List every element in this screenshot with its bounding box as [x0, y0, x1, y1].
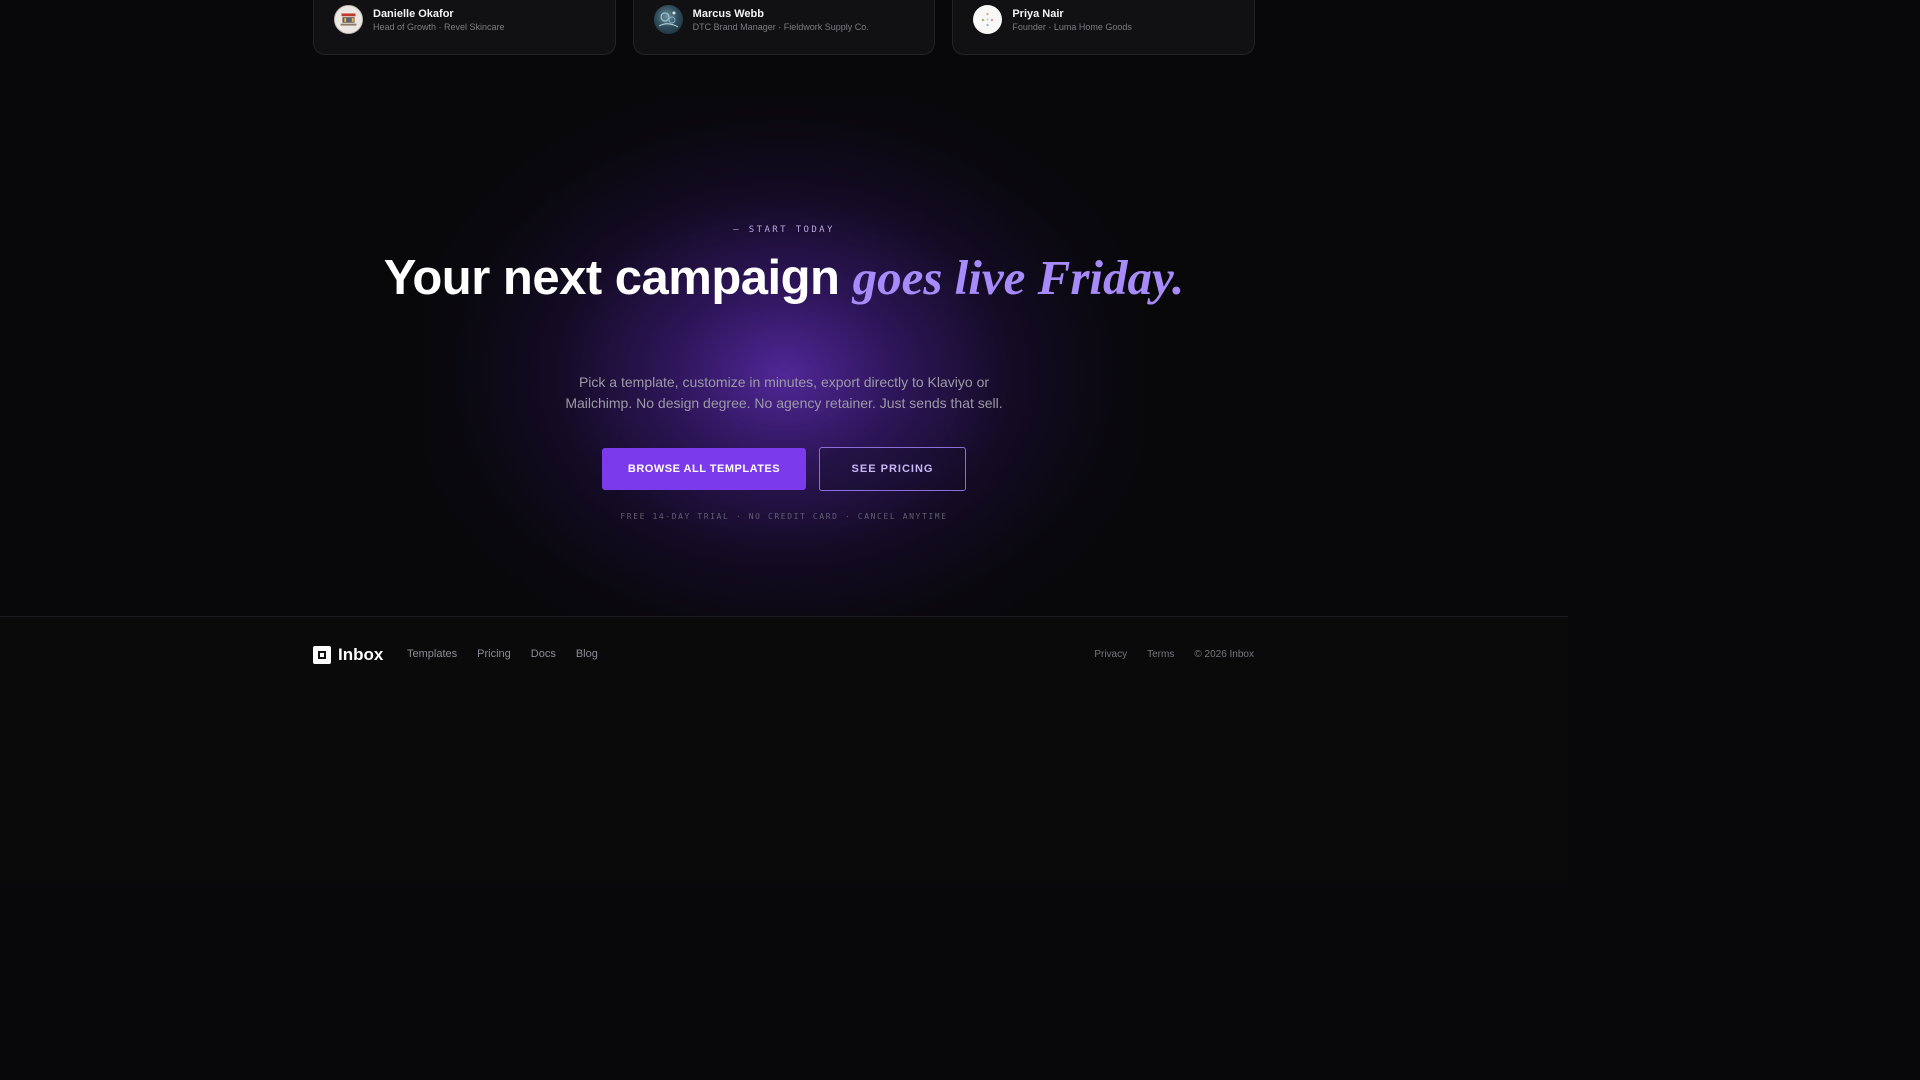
- footer-link-templates[interactable]: Templates: [407, 648, 457, 660]
- testimonial-role: DTC Brand Manager · Fieldwork Supply Co.: [692, 22, 869, 32]
- hero-subtext: Pick a template, customize in minutes, e…: [565, 374, 1003, 411]
- avatar-photo-icon: [658, 11, 678, 28]
- inbox-logo-icon: [313, 646, 331, 664]
- hero-fineprint: FREE 14-DAY TRIAL · NO CREDIT CARD · CAN…: [620, 512, 948, 521]
- testimonial-role: Head of Growth · Revel Skincare: [373, 22, 505, 32]
- hero-headline: Your next campaign goes live Friday.: [0, 252, 1568, 304]
- hero-eyebrow: — START TODAY: [733, 225, 835, 235]
- testimonial-card: Priya Nair Founder · Luma Home Goods: [952, 0, 1256, 55]
- avatar: [973, 5, 1003, 34]
- footer-link-blog[interactable]: Blog: [576, 648, 598, 660]
- hero-headline-accent: goes live Friday.: [852, 250, 1185, 305]
- footer-link-privacy[interactable]: Privacy: [1094, 649, 1127, 660]
- footer-link-terms[interactable]: Terms: [1147, 649, 1174, 660]
- avatar-photo-icon: [973, 5, 1002, 34]
- testimonial-name: Priya Nair: [1012, 8, 1064, 20]
- testimonial-name: Marcus Webb: [692, 8, 764, 20]
- footer-link-docs[interactable]: Docs: [531, 648, 556, 660]
- avatar: [334, 5, 363, 34]
- see-pricing-button[interactable]: SEE PRICING: [819, 447, 966, 491]
- browse-templates-button[interactable]: BROWSE ALL TEMPLATES: [602, 448, 806, 490]
- testimonial-role: Founder · Luma Home Goods: [1012, 22, 1132, 32]
- footer-brand: Inbox: [338, 645, 384, 664]
- testimonial-cards: Danielle Okafor Head of Growth · Revel S…: [313, 0, 1256, 55]
- testimonial-name: Danielle Okafor: [373, 8, 454, 20]
- footer-nav: Templates Pricing Docs Blog: [407, 648, 598, 660]
- testimonial-card: Marcus Webb DTC Brand Manager · Fieldwor…: [632, 0, 936, 55]
- avatar: [653, 5, 683, 34]
- footer-link-pricing[interactable]: Pricing: [477, 648, 511, 660]
- footer-logo[interactable]: Inbox: [313, 645, 383, 665]
- hero-headline-plain: Your next campaign: [383, 251, 853, 305]
- footer-copyright: © 2026 Inbox: [1194, 649, 1254, 660]
- testimonial-card: Danielle Okafor Head of Growth · Revel S…: [313, 0, 616, 55]
- avatar-photo-icon: [335, 6, 362, 33]
- footer-legal: Privacy Terms © 2026 Inbox: [1094, 649, 1254, 660]
- site-footer: Inbox Templates Pricing Docs Blog Privac…: [0, 616, 1568, 882]
